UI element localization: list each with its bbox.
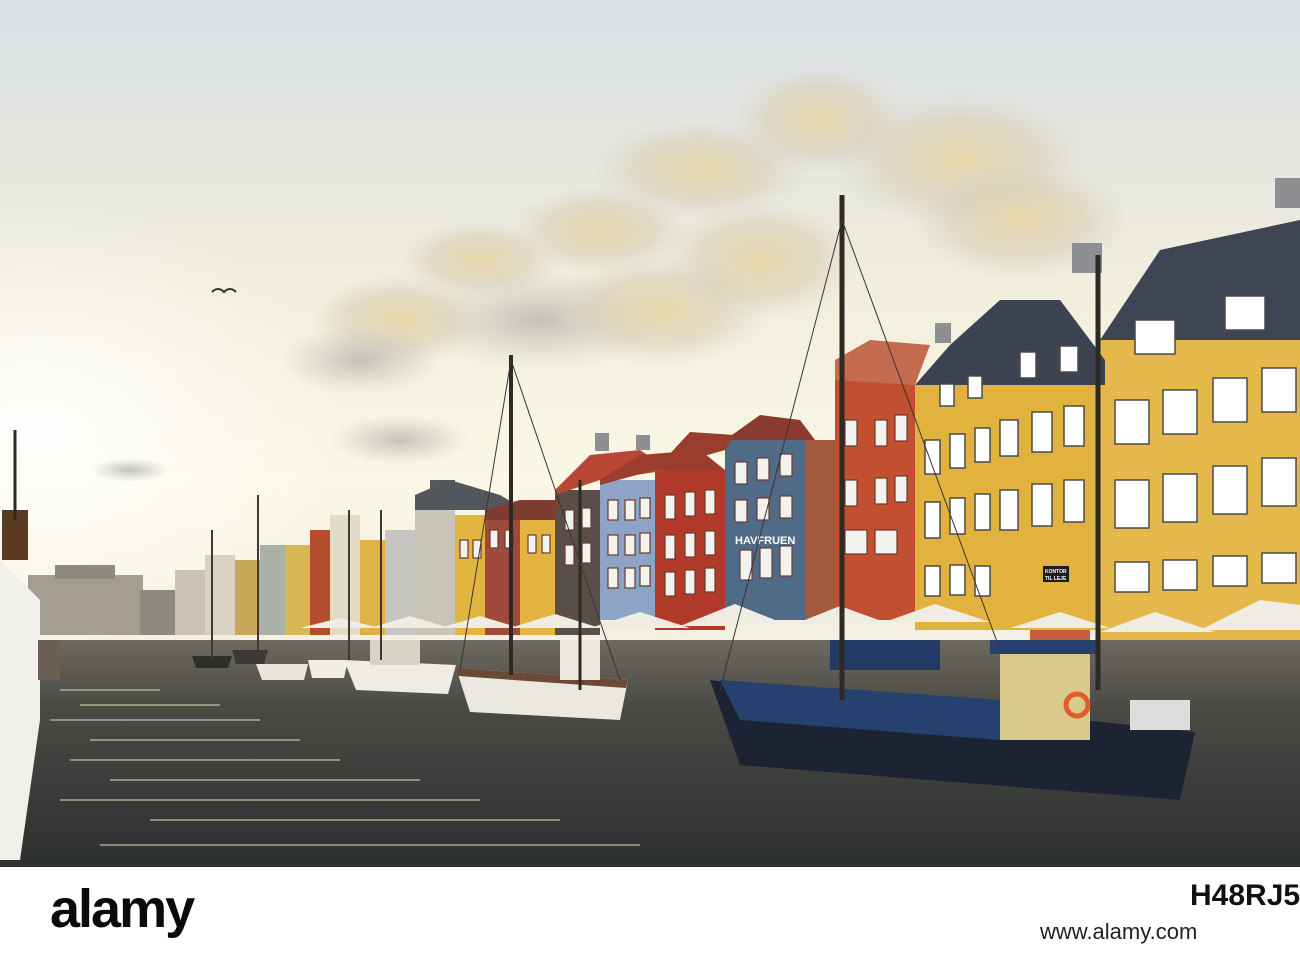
image-id: H48RJ5: [1190, 879, 1300, 912]
alamy-logo-text: alamy: [50, 881, 195, 939]
sign-kontor: KONTOR: [1045, 569, 1067, 575]
alamy-logo: alamy: [50, 881, 197, 939]
watermark-footer: alamy H48RJ5 www.alamy.com: [0, 867, 1300, 956]
havfruen-sign: HAVFRUEN: [735, 535, 795, 547]
distant-buildings: [28, 565, 215, 635]
kontor-sign: KONTOR TIL LEJE: [1043, 566, 1069, 582]
stock-photo-page: HAVFRUEN KONTOR TIL LEJE alamy H48RJ5 ww…: [0, 0, 1300, 956]
photo-canvas: HAVFRUEN KONTOR TIL LEJE: [0, 0, 1300, 867]
site-url: www.alamy.com: [1040, 919, 1198, 944]
sign-havfruen: HAVFRUEN: [735, 535, 795, 547]
nyhavn-harbour-photo: HAVFRUEN KONTOR TIL LEJE: [0, 0, 1300, 867]
sign-til-leje: TIL LEJE: [1045, 576, 1067, 582]
